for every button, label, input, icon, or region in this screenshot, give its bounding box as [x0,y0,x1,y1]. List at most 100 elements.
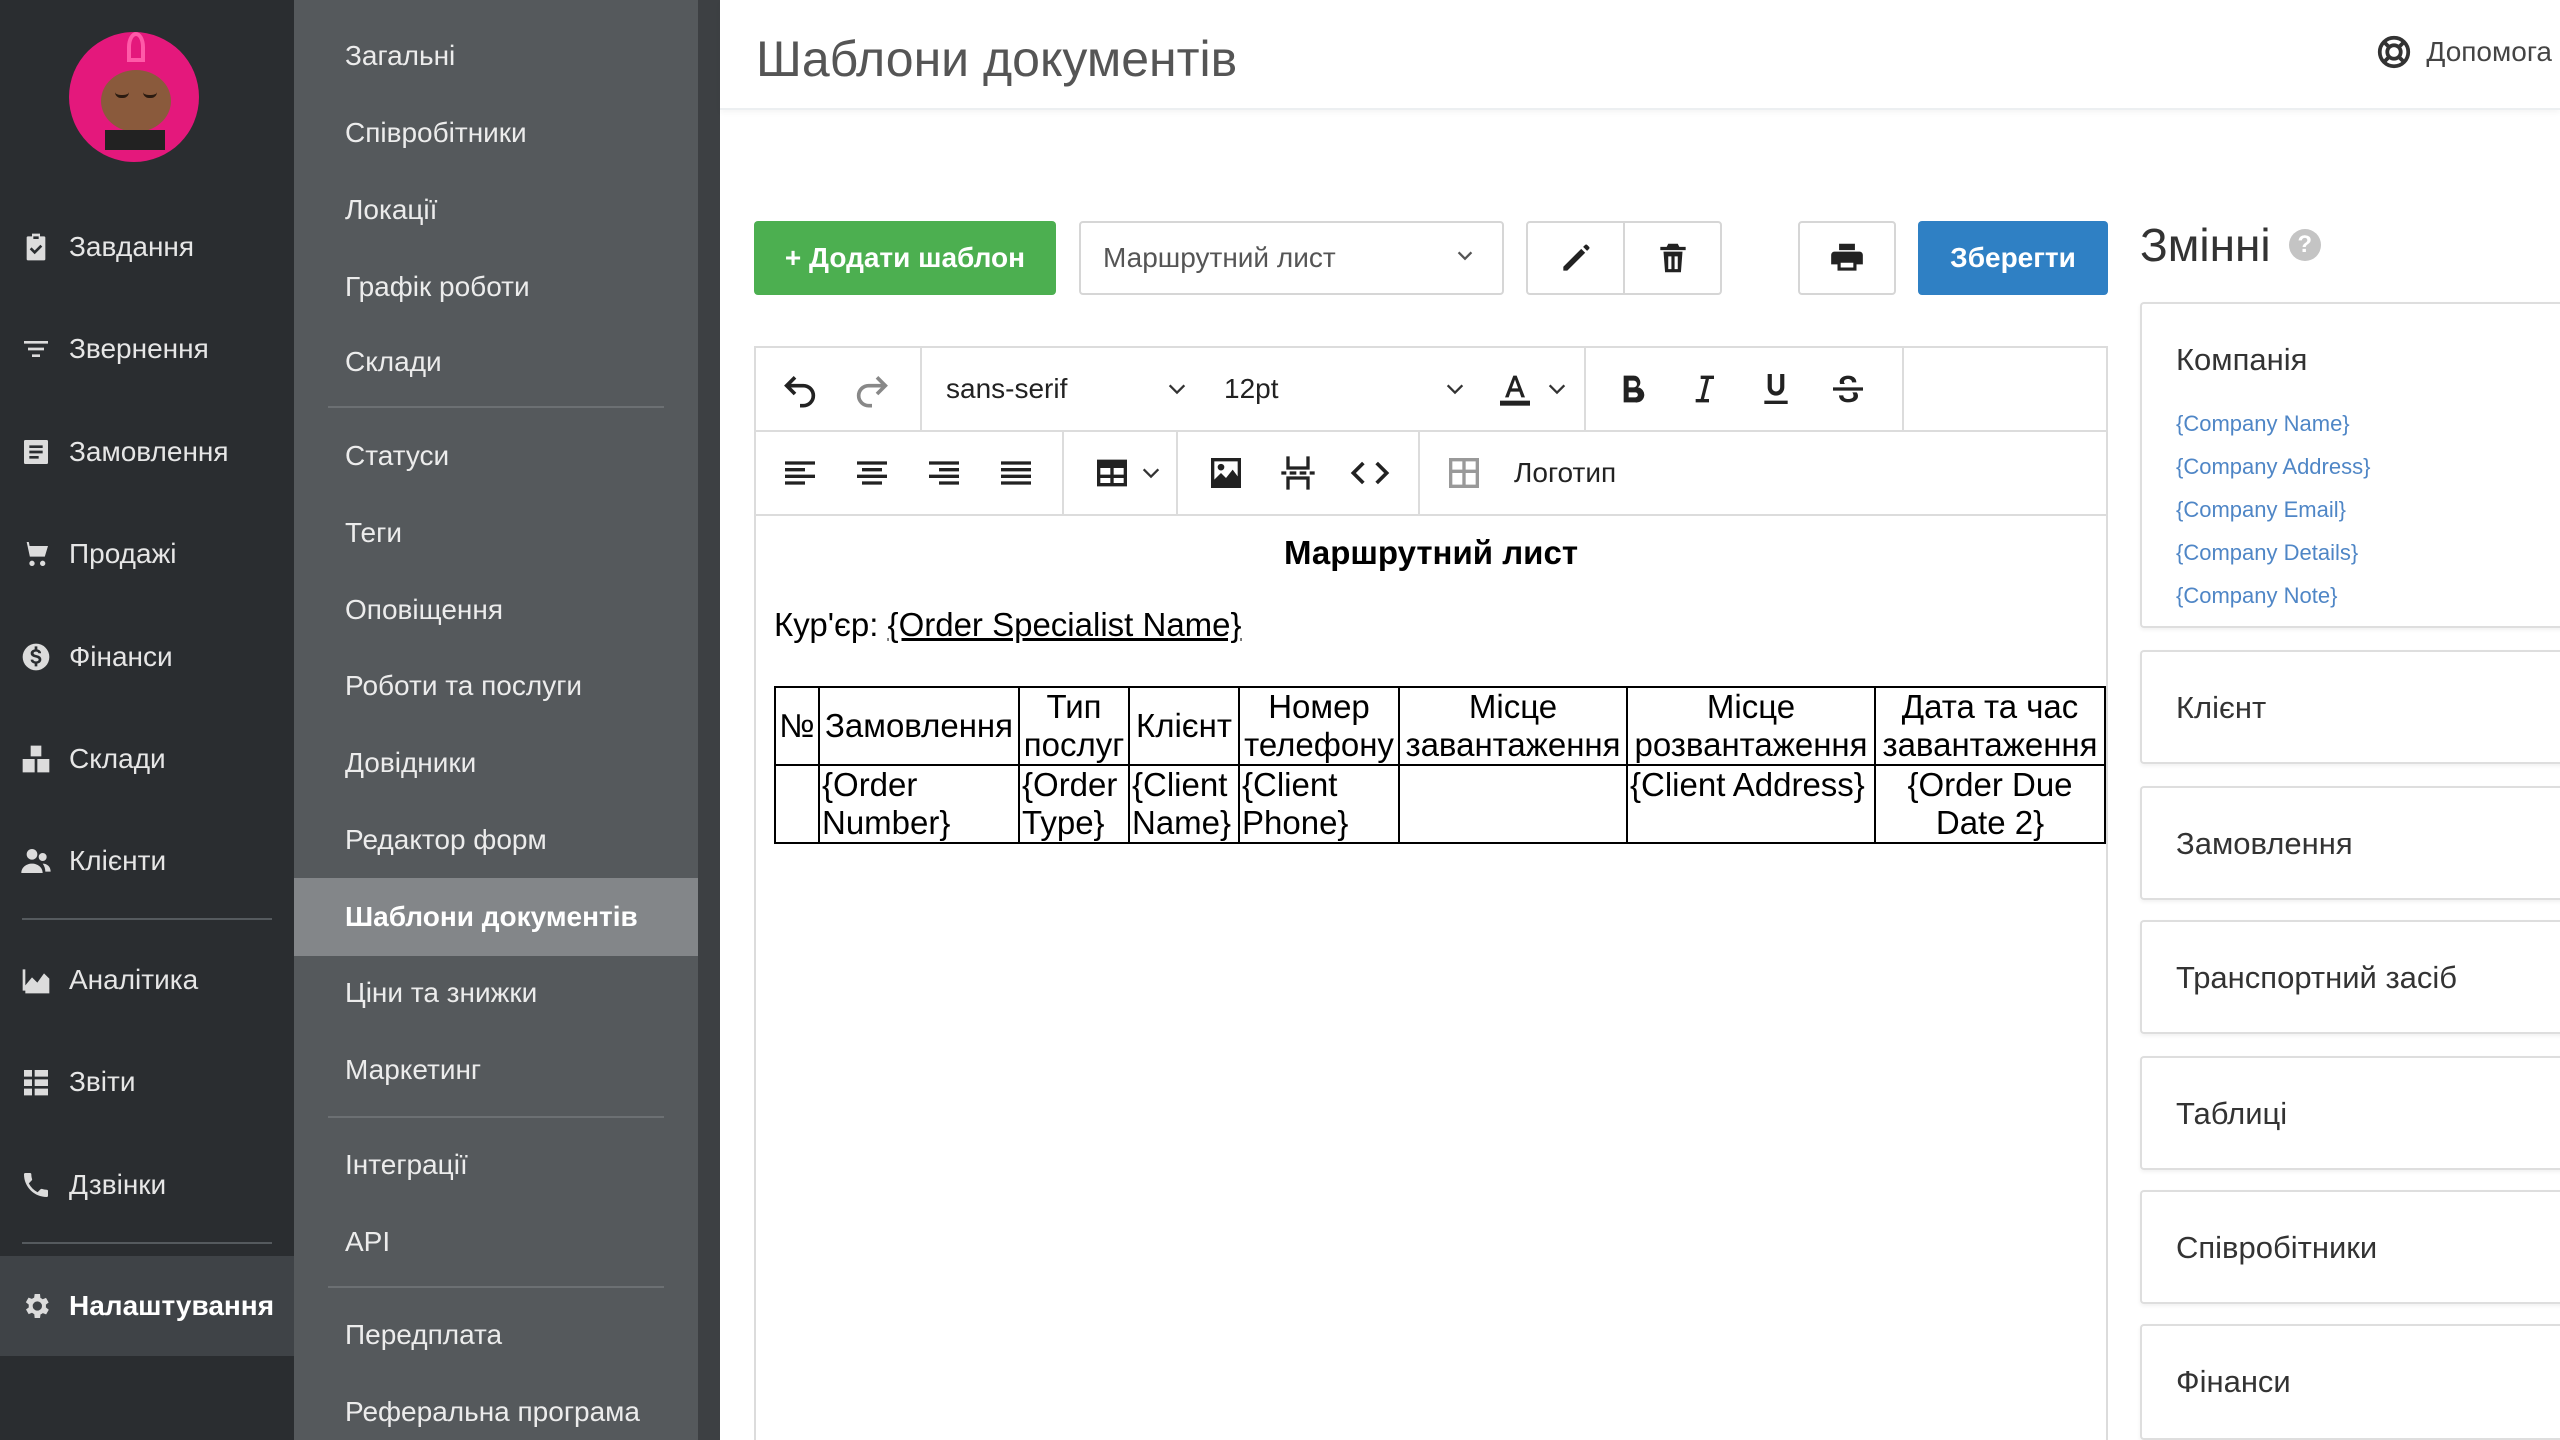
submenu-item-referral[interactable]: Реферальна програма [294,1380,698,1440]
submenu-item-directories[interactable]: Довідники [294,731,698,795]
logo-button[interactable] [1436,432,1492,514]
insert-image-button[interactable] [1196,432,1256,514]
nav-divider [22,1242,272,1244]
variable-group-finance[interactable]: Фінанси [2140,1324,2560,1440]
submenu-item-marketing[interactable]: Маркетинг [294,1038,698,1102]
settings-submenu: Загальні Співробітники Локації Графік ро… [294,0,698,1440]
nav-item-label: Аналітика [69,964,199,995]
save-button[interactable]: Зберегти [1918,221,2108,295]
printer-icon [1831,243,1863,271]
add-template-button[interactable]: + Додати шаблон [754,221,1056,295]
clipboard-check-icon [26,233,46,261]
nav-item-label: Замовлення [69,436,229,467]
nav-item-label: Звіти [69,1066,136,1097]
strikethrough-button[interactable] [1818,348,1878,430]
submenu-item-prices[interactable]: Ціни та знижки [294,961,698,1025]
align-left-button[interactable] [770,432,830,514]
align-right-icon [929,461,959,485]
font-family-select[interactable]: sans-serif [946,348,1067,430]
variable-group-employees[interactable]: Співробітники [2140,1190,2560,1304]
variable-group-order[interactable]: Замовлення [2140,786,2560,900]
nav-item-tasks[interactable]: Завдання [0,202,294,292]
page-break-button[interactable] [1268,432,1328,514]
submenu-item-document-templates[interactable]: Шаблони документів [294,878,698,956]
nav-item-orders[interactable]: Замовлення [0,407,294,497]
underline-icon [1764,374,1788,404]
avatar[interactable] [69,32,199,162]
submenu-item-employees[interactable]: Співробітники [294,101,698,165]
font-size-select[interactable]: 12pt [1224,348,1279,430]
logo-label[interactable]: Логотип [1514,432,1616,514]
submenu-item-services[interactable]: Роботи та послуги [294,654,698,718]
variable-group-client[interactable]: Клієнт [2140,650,2560,764]
submenu-item-tags[interactable]: Теги [294,501,698,565]
table-row: {Order Number} {Order Type} {Client Name… [774,764,2106,844]
trash-icon [1659,243,1686,273]
align-justify-button[interactable] [986,432,1046,514]
variable-item[interactable]: {Company Note} [2176,574,2370,617]
editor-toolbar-row-1: sans-serif 12pt [756,348,2106,432]
submenu-item-statuses[interactable]: Статуси [294,424,698,488]
help-question-icon[interactable]: ? [2288,229,2321,261]
submenu-item-locations[interactable]: Локації [294,178,698,242]
strikethrough-icon [1833,375,1863,403]
nav-item-warehouses[interactable]: Склади [0,714,294,804]
redo-button[interactable] [842,348,902,430]
underline-button[interactable] [1746,348,1806,430]
nav-item-finance[interactable]: Фінанси [0,612,294,702]
nav-item-calls[interactable]: Дзвінки [0,1140,294,1230]
italic-button[interactable] [1674,348,1734,430]
variable-item[interactable]: {Company Address} [2176,445,2370,488]
template-select[interactable]: Маршрутний лист [1079,221,1504,295]
nav-item-label: Фінанси [69,641,173,672]
template-edit-group [1526,221,1722,295]
chevron-down-icon [1457,251,1473,261]
edit-template-button[interactable] [1528,223,1623,293]
nav-item-settings[interactable]: Налаштування [0,1256,294,1356]
area-chart-icon [22,969,50,994]
submenu-item-api[interactable]: API [294,1210,698,1274]
image-icon [1211,458,1241,488]
align-center-button[interactable] [842,432,902,514]
help-link[interactable]: Допомога [2376,34,2552,70]
submenu-item-notifications[interactable]: Оповіщення [294,578,698,642]
undo-button[interactable] [770,348,830,430]
variable-group-tables[interactable]: Таблиці [2140,1056,2560,1170]
route-table: № Замовлення Тип послуг Клієнт Номер тел… [774,686,2106,844]
nav-item-sales[interactable]: Продажі [0,509,294,599]
text-color-button[interactable] [1490,348,1540,430]
submenu-item-warehouses[interactable]: Склади [294,330,698,394]
print-button[interactable] [1798,221,1896,295]
table-header: Клієнт [1128,686,1240,766]
submenu-divider [328,1286,664,1288]
submenu-item-subscription[interactable]: Передплата [294,1303,698,1367]
variable-item[interactable]: {Company Name} [2176,402,2370,445]
insert-table-button[interactable] [1082,432,1142,514]
table-header: Місце розвантаження [1626,686,1876,766]
delete-template-button[interactable] [1623,223,1720,293]
variable-group-company[interactable]: Компанія {Company Name} {Company Address… [2140,302,2560,628]
submenu-item-general[interactable]: Загальні [294,24,698,88]
chevron-down-icon [1548,384,1566,395]
nav-item-analytics[interactable]: Аналітика [0,935,294,1025]
bold-button[interactable] [1602,348,1662,430]
nav-item-reports[interactable]: Звіти [0,1037,294,1127]
filter-lines-icon [24,341,48,357]
nav-item-requests[interactable]: Звернення [0,304,294,394]
table-header: Номер телефону [1238,686,1400,766]
variable-item[interactable]: {Company Email} [2176,488,2370,531]
submenu-item-integrations[interactable]: Інтеграції [294,1133,698,1197]
submenu-item-schedule[interactable]: Графік роботи [294,255,698,319]
submenu-scrollbar[interactable] [698,0,720,1440]
courier-placeholder: {Order Specialist Name} [887,606,1242,643]
submenu-item-form-editor[interactable]: Редактор форм [294,808,698,872]
variable-item[interactable]: {Company Details} [2176,531,2370,574]
page-break-icon [1281,456,1315,490]
source-code-button[interactable] [1340,432,1400,514]
variable-group-vehicle[interactable]: Транспортний засіб [2140,920,2560,1034]
variable-group-title: Клієнт [2176,690,2267,725]
users-icon [21,849,51,873]
nav-item-clients[interactable]: Клієнти [0,816,294,906]
page-title: Шаблони документів [756,31,1238,87]
align-right-button[interactable] [914,432,974,514]
